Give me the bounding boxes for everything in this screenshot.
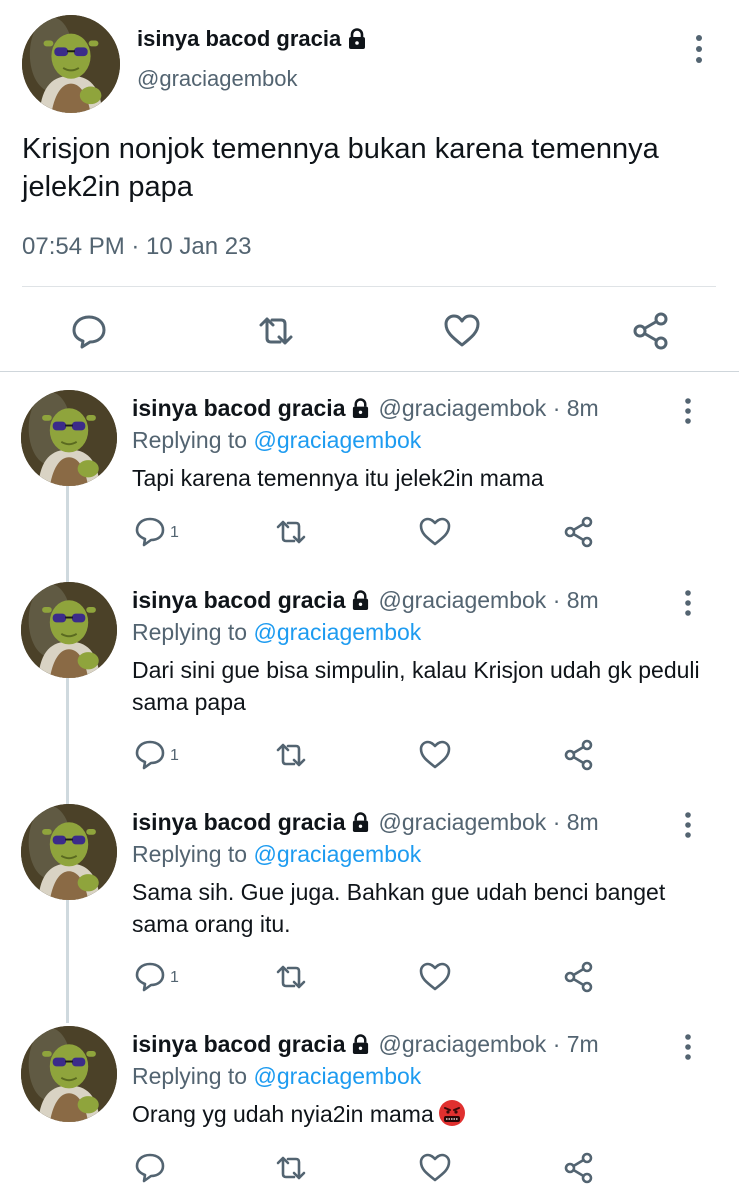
reply-text: Tapi karena temennya itu jelek2in mama — [132, 465, 544, 491]
author-handle[interactable]: @graciagembok · 7m — [378, 1031, 598, 1058]
more-options-icon[interactable] — [690, 32, 708, 66]
share-icon[interactable] — [562, 738, 596, 772]
avatar-image — [22, 15, 120, 113]
reply-header: isinya bacod gracia @graciagembok · 8m — [132, 395, 599, 422]
share-icon[interactable] — [562, 515, 596, 549]
divider — [0, 371, 739, 372]
reply-count: 1 — [170, 524, 179, 541]
replying-to-label: Replying to — [132, 841, 254, 867]
replying-to: Replying to @graciagembok — [132, 427, 421, 454]
retweet-icon[interactable] — [274, 1151, 308, 1185]
more-options-icon[interactable] — [679, 1032, 697, 1062]
reply-tweet[interactable]: isinya bacod gracia @graciagembok · 8m R… — [0, 567, 739, 789]
lock-icon — [353, 812, 369, 832]
reply-tweet[interactable]: isinya bacod gracia @graciagembok · 8m R… — [0, 789, 739, 1011]
reply-icon[interactable] — [69, 311, 109, 351]
reply-text: Dari sini gue bisa simpulin, kalau Krisj… — [132, 657, 700, 715]
lock-icon — [353, 1034, 369, 1054]
tweet-text: Krisjon nonjok temennya bukan karena tem… — [22, 133, 659, 203]
reply-tweet[interactable]: isinya bacod gracia @graciagembok · 7m R… — [0, 1011, 739, 1200]
reply-icon[interactable] — [133, 737, 167, 771]
author-handle[interactable]: @graciagembok · 8m — [378, 587, 598, 614]
reply-text: Sama sih. Gue juga. Bahkan gue udah benc… — [132, 879, 666, 937]
like-icon[interactable] — [418, 1151, 452, 1185]
more-options-icon[interactable] — [679, 588, 697, 618]
reply-tweet[interactable]: isinya bacod gracia @graciagembok · 8m R… — [0, 375, 739, 597]
avatar[interactable] — [21, 1026, 117, 1122]
avatar-image — [21, 1026, 117, 1122]
avatar-image — [21, 804, 117, 900]
author-handle[interactable]: @graciagembok · 8m — [378, 395, 598, 422]
reply-header: isinya bacod gracia @graciagembok · 7m — [132, 1031, 599, 1058]
avatar[interactable] — [21, 582, 117, 678]
author-name-text: isinya bacod gracia — [137, 26, 342, 51]
avatar-image — [21, 390, 117, 486]
reply-icon[interactable] — [133, 1150, 167, 1184]
reply-text: Orang yg udah nyia2in mama — [132, 1098, 722, 1130]
replying-to-mention[interactable]: @graciagembok — [253, 619, 421, 645]
share-icon[interactable] — [631, 311, 671, 351]
author-name[interactable]: isinya bacod gracia — [137, 26, 367, 52]
main-tweet: isinya bacod gracia @graciagembok Krisjo… — [0, 0, 739, 372]
reply-icon[interactable] — [133, 514, 167, 548]
lock-icon — [353, 398, 369, 418]
replying-to-mention[interactable]: @graciagembok — [253, 1063, 421, 1089]
like-icon[interactable] — [418, 738, 452, 772]
replying-to: Replying to @graciagembok — [132, 1063, 421, 1090]
replying-to-mention[interactable]: @graciagembok — [253, 841, 421, 867]
tweet-timestamp[interactable]: 07:54 PM · 10 Jan 23 — [22, 233, 251, 261]
replying-to-label: Replying to — [132, 619, 254, 645]
avatar[interactable] — [21, 390, 117, 486]
like-icon[interactable] — [418, 960, 452, 994]
author-handle[interactable]: @graciagembok — [137, 66, 298, 92]
reply-count: 1 — [170, 747, 179, 764]
author-name[interactable]: isinya bacod gracia — [132, 395, 345, 422]
replying-to-label: Replying to — [132, 1063, 254, 1089]
angry-face-emoji-icon — [438, 1100, 465, 1126]
share-icon[interactable] — [562, 1151, 596, 1185]
replying-to: Replying to @graciagembok — [132, 619, 421, 646]
author-name[interactable]: isinya bacod gracia — [132, 1031, 345, 1058]
lock-icon — [349, 28, 366, 49]
reply-count: 1 — [170, 969, 179, 986]
author-name[interactable]: isinya bacod gracia — [132, 809, 345, 836]
avatar[interactable] — [21, 804, 117, 900]
author-name[interactable]: isinya bacod gracia — [132, 587, 345, 614]
retweet-icon[interactable] — [274, 738, 308, 772]
reply-header: isinya bacod gracia @graciagembok · 8m — [132, 587, 599, 614]
replying-to-label: Replying to — [132, 427, 254, 453]
avatar[interactable] — [22, 15, 120, 113]
more-options-icon[interactable] — [679, 396, 697, 426]
reply-icon[interactable] — [133, 959, 167, 993]
like-icon[interactable] — [442, 311, 482, 351]
avatar-image — [21, 582, 117, 678]
retweet-icon[interactable] — [274, 515, 308, 549]
more-options-icon[interactable] — [679, 810, 697, 840]
replying-to: Replying to @graciagembok — [132, 841, 421, 868]
retweet-icon[interactable] — [274, 960, 308, 994]
reply-text-content: Orang yg udah nyia2in mama — [132, 1101, 434, 1127]
divider — [22, 286, 716, 287]
retweet-icon[interactable] — [256, 311, 296, 351]
author-handle[interactable]: @graciagembok · 8m — [378, 809, 598, 836]
like-icon[interactable] — [418, 515, 452, 549]
share-icon[interactable] — [562, 960, 596, 994]
reply-header: isinya bacod gracia @graciagembok · 8m — [132, 809, 599, 836]
replying-to-mention[interactable]: @graciagembok — [253, 427, 421, 453]
lock-icon — [353, 590, 369, 610]
